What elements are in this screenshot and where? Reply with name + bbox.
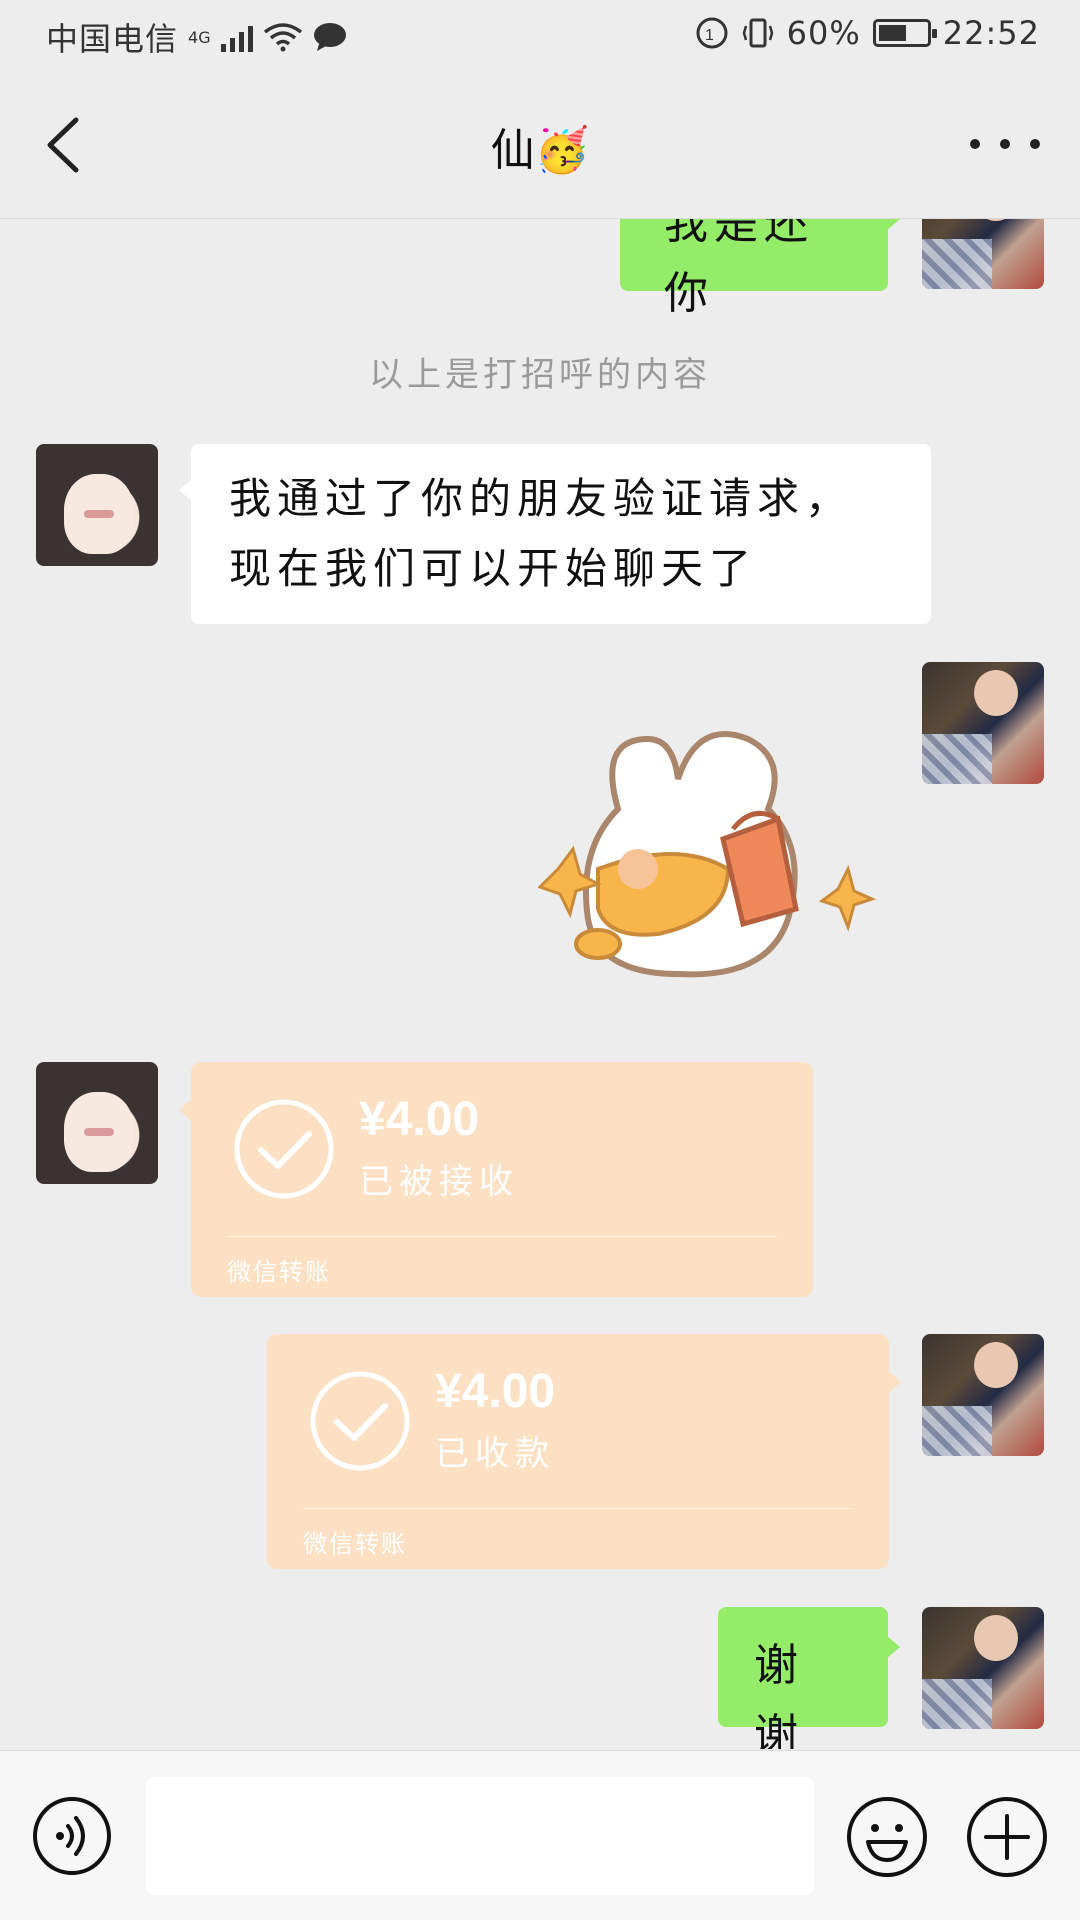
- transfer-card-collected[interactable]: ¥4.00 已收款 微信转账: [267, 1334, 901, 1569]
- carrier-label: 中国电信: [46, 20, 179, 58]
- chat-screen: 中国电信 4G 1 60% 22:52 仙🥳 我是还你 以上是打招呼的内容 我通…: [0, 0, 1080, 1920]
- my-avatar[interactable]: [922, 1607, 1044, 1729]
- wifi-icon: [263, 23, 302, 52]
- message-text: 我是还你: [664, 219, 814, 319]
- contact-avatar[interactable]: [36, 444, 158, 566]
- more-dots-icon[interactable]: [970, 122, 1040, 166]
- status-right: 1 60% 22:52: [695, 14, 1040, 52]
- emoji-icon[interactable]: [846, 1796, 928, 1878]
- transfer-divider: [227, 1236, 777, 1237]
- transfer-divider: [303, 1508, 853, 1509]
- message-list[interactable]: 我是还你 以上是打招呼的内容 我通过了你的朋友验证请求，现在我们可以开始聊天了: [0, 219, 1080, 1749]
- my-avatar[interactable]: [922, 219, 1044, 289]
- chat-title: 仙🥳: [490, 125, 590, 176]
- transfer-status: 已收款: [435, 1434, 555, 1474]
- transfer-amount: ¥4.00: [435, 1365, 556, 1418]
- message-text: 我通过了你的朋友验证请求，现在我们可以开始聊天了: [229, 474, 854, 593]
- clock: 22:52: [942, 14, 1040, 52]
- signal-icon: [220, 22, 253, 52]
- my-avatar[interactable]: [922, 1334, 1044, 1456]
- system-note: 以上是打招呼的内容: [369, 355, 711, 395]
- hd-call-icon: 1: [696, 17, 728, 49]
- message-text: 谢谢: [754, 1640, 804, 1749]
- battery-fill: [878, 25, 907, 41]
- incoming-text-bubble[interactable]: 我通过了你的朋友验证请求，现在我们可以开始聊天了: [179, 444, 931, 624]
- status-left: 中国电信 4G: [46, 14, 347, 60]
- message-input[interactable]: [146, 1777, 814, 1895]
- battery-icon: [872, 19, 937, 47]
- voice-icon[interactable]: [32, 1796, 112, 1876]
- message-notification-icon: [313, 23, 346, 51]
- svg-text:1: 1: [705, 27, 714, 44]
- status-bar: 中国电信 4G 1 60% 22:52: [0, 0, 1080, 72]
- my-avatar[interactable]: [922, 662, 1044, 784]
- outgoing-text-bubble[interactable]: 我是还你: [620, 219, 900, 319]
- plus-icon[interactable]: [966, 1796, 1048, 1878]
- transfer-footer: 微信转账: [303, 1530, 407, 1558]
- check-circle-icon: [310, 1371, 410, 1471]
- vibrate-icon: [742, 18, 773, 48]
- transfer-card-received[interactable]: ¥4.00 已被接收 微信转账: [179, 1062, 813, 1297]
- transfer-amount: ¥4.00: [359, 1093, 480, 1146]
- contact-avatar[interactable]: [36, 1062, 158, 1184]
- check-circle-icon: [234, 1099, 334, 1199]
- chat-header: 仙🥳: [0, 72, 1080, 219]
- sticker-bunny-image[interactable]: [538, 719, 878, 989]
- outgoing-text-bubble[interactable]: 谢谢: [718, 1607, 900, 1749]
- input-bar: [0, 1750, 1080, 1920]
- battery-percent: 60%: [786, 14, 861, 52]
- network-type: 4G: [188, 27, 211, 47]
- transfer-status: 已被接收: [359, 1162, 519, 1202]
- transfer-footer: 微信转账: [227, 1258, 331, 1286]
